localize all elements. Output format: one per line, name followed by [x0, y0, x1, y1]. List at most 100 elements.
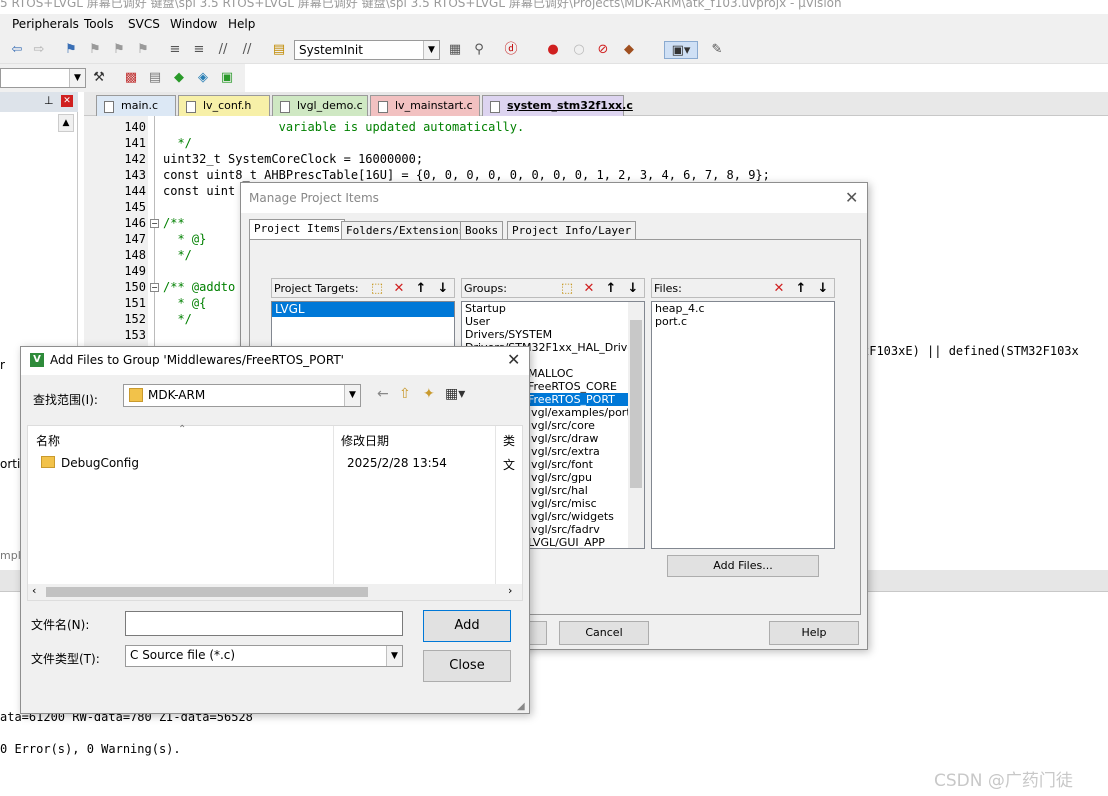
fold-toggle-icon[interactable]: −	[150, 283, 159, 292]
filetype-combo[interactable]: C Source file (*.c) ▼	[125, 645, 403, 667]
filename-input[interactable]	[125, 611, 403, 636]
target-combo[interactable]: ▼	[0, 68, 86, 88]
pin-icon[interactable]: ⊥	[44, 94, 54, 107]
disable-breakpoint-icon[interactable]: ○	[570, 41, 588, 59]
delete-icon[interactable]: ✕	[770, 280, 788, 297]
unindent-icon[interactable]: ≡	[190, 41, 208, 59]
indent-icon[interactable]: ≡	[166, 41, 184, 59]
rebuild-icon[interactable]: ◈	[194, 69, 212, 87]
wrench-icon[interactable]: ✎	[708, 41, 726, 59]
chevron-down-icon[interactable]: ▼	[344, 385, 360, 406]
back-arrow-icon[interactable]: ⇦	[8, 41, 26, 59]
list-item[interactable]: heap_4.c	[652, 302, 834, 315]
incremental-find-icon[interactable]: ⚲	[470, 41, 488, 59]
forward-arrow-icon[interactable]: ⇨	[30, 41, 48, 59]
horizontal-scrollbar[interactable]: ‹ ›	[28, 584, 522, 600]
filetype-label: 文件类型(T):	[31, 652, 100, 666]
file-list[interactable]: 名称 ⌃ 修改日期 类 DebugConfig 2025/2/28 13:54 …	[27, 424, 523, 601]
move-up-icon[interactable]: ↑	[412, 280, 430, 297]
lookin-combo[interactable]: MDK-ARM ▼	[123, 384, 361, 407]
find-in-files-icon[interactable]: ▤	[270, 41, 288, 59]
column-header-type[interactable]: 类	[503, 432, 515, 449]
next-bookmark-icon[interactable]: ⚑	[110, 41, 128, 59]
uncomment-icon[interactable]: //	[238, 41, 256, 59]
chevron-down-icon[interactable]: ▼	[386, 646, 402, 666]
scroll-left-icon[interactable]: ‹	[32, 584, 36, 597]
close-icon[interactable]: ✕	[845, 188, 858, 207]
prev-bookmark-icon[interactable]: ⚑	[86, 41, 104, 59]
scroll-thumb[interactable]	[46, 587, 368, 597]
back-arrow-icon[interactable]: ←	[377, 386, 389, 402]
add-button[interactable]: Add	[423, 610, 511, 642]
tab-lv-mainstart-c[interactable]: lv_mainstart.c	[370, 95, 480, 116]
clear-bookmarks-icon[interactable]: ⚑	[134, 41, 152, 59]
comment-icon[interactable]: //	[214, 41, 232, 59]
download-icon[interactable]: ◆	[170, 69, 188, 87]
column-header-date[interactable]: 修改日期	[341, 432, 389, 449]
window-layout-icon[interactable]: ▣▾	[664, 41, 698, 59]
move-down-icon[interactable]: ↓	[814, 280, 832, 297]
new-target-icon[interactable]: ⬚	[368, 280, 386, 297]
menu-help[interactable]: Help	[228, 17, 255, 31]
tab-project-info-layer[interactable]: Project Info/Layer	[507, 221, 637, 239]
close-icon[interactable]: ✕	[507, 350, 520, 369]
bookmark-icon[interactable]: ⚑	[62, 41, 80, 59]
view-menu-icon[interactable]: ▦▾	[445, 386, 465, 402]
menu-tools[interactable]: Tools	[84, 17, 114, 31]
move-up-icon[interactable]: ↑	[602, 280, 620, 297]
fold-toggle-icon[interactable]: −	[150, 219, 159, 228]
manage-project-icon[interactable]: ▩	[122, 69, 140, 87]
code-line: /**	[163, 216, 185, 230]
move-down-icon[interactable]: ↓	[434, 280, 452, 297]
up-folder-icon[interactable]: ⇧	[399, 386, 411, 402]
menu-window[interactable]: Window	[170, 17, 217, 31]
menu-peripherals[interactable]: Peripherals	[12, 17, 79, 31]
list-item[interactable]: Startup	[462, 302, 644, 315]
list-item[interactable]: DebugConfig 2025/2/28 13:54	[32, 454, 494, 474]
new-group-icon[interactable]: ⬚	[558, 280, 576, 297]
list-item[interactable]: Drivers/SYSTEM	[462, 328, 644, 341]
line-number: 144	[124, 184, 146, 198]
tab-main-c[interactable]: main.c	[96, 95, 176, 116]
kill-breakpoints-icon[interactable]: ⊘	[594, 41, 612, 59]
close-button[interactable]: Close	[423, 650, 511, 682]
list-item[interactable]: port.c	[652, 315, 834, 328]
function-combo[interactable]: SystemInit ▼	[294, 40, 440, 60]
chevron-down-icon[interactable]: ▼	[423, 41, 439, 59]
scroll-thumb[interactable]	[630, 320, 642, 488]
find-icon[interactable]: ▦	[446, 41, 464, 59]
list-item[interactable]: User	[462, 315, 644, 328]
help-button[interactable]: Help	[769, 621, 859, 645]
move-down-icon[interactable]: ↓	[624, 280, 642, 297]
close-icon[interactable]: ✕	[61, 95, 73, 107]
delete-icon[interactable]: ✕	[390, 280, 408, 297]
debug-session-icon[interactable]: ⓓ	[502, 41, 520, 59]
tab-project-items[interactable]: Project Items	[249, 219, 346, 239]
c-file-icon	[378, 101, 388, 113]
column-header-name[interactable]: 名称	[36, 432, 60, 449]
file-extensions-icon[interactable]: ▤	[146, 69, 164, 87]
menu-svcs[interactable]: SVCS	[128, 17, 160, 31]
groups-scrollbar[interactable]	[628, 302, 644, 548]
tab-books[interactable]: Books	[460, 221, 504, 239]
chevron-down-icon[interactable]: ▼	[69, 69, 85, 87]
tab-lvgl-demo-c[interactable]: lvgl_demo.c	[272, 95, 368, 116]
batch-build-icon[interactable]: ▣	[218, 69, 236, 87]
tab-folders-extensions[interactable]: Folders/Extensions	[341, 221, 471, 239]
tab-lv-conf-h[interactable]: lv_conf.h	[178, 95, 270, 116]
configure-icon[interactable]: ◆	[620, 41, 638, 59]
add-files-button[interactable]: Add Files...	[667, 555, 819, 577]
scroll-right-icon[interactable]: ›	[508, 584, 512, 597]
move-up-icon[interactable]: ↑	[792, 280, 810, 297]
new-folder-icon[interactable]: ✦	[423, 386, 435, 402]
resize-grip-icon[interactable]: ◢	[517, 701, 525, 712]
scroll-up-icon[interactable]: ▲	[58, 114, 74, 132]
breakpoint-icon[interactable]: ●	[544, 41, 562, 59]
files-list[interactable]: heap_4.c port.c	[651, 301, 835, 549]
delete-icon[interactable]: ✕	[580, 280, 598, 297]
tab-system-stm32f1xx-c[interactable]: system_stm32f1xx.c	[482, 95, 633, 116]
ok-button[interactable]	[527, 621, 547, 645]
cancel-button[interactable]: Cancel	[559, 621, 649, 645]
options-icon[interactable]: ⚒	[90, 69, 108, 87]
list-item[interactable]: LVGL	[272, 302, 454, 317]
